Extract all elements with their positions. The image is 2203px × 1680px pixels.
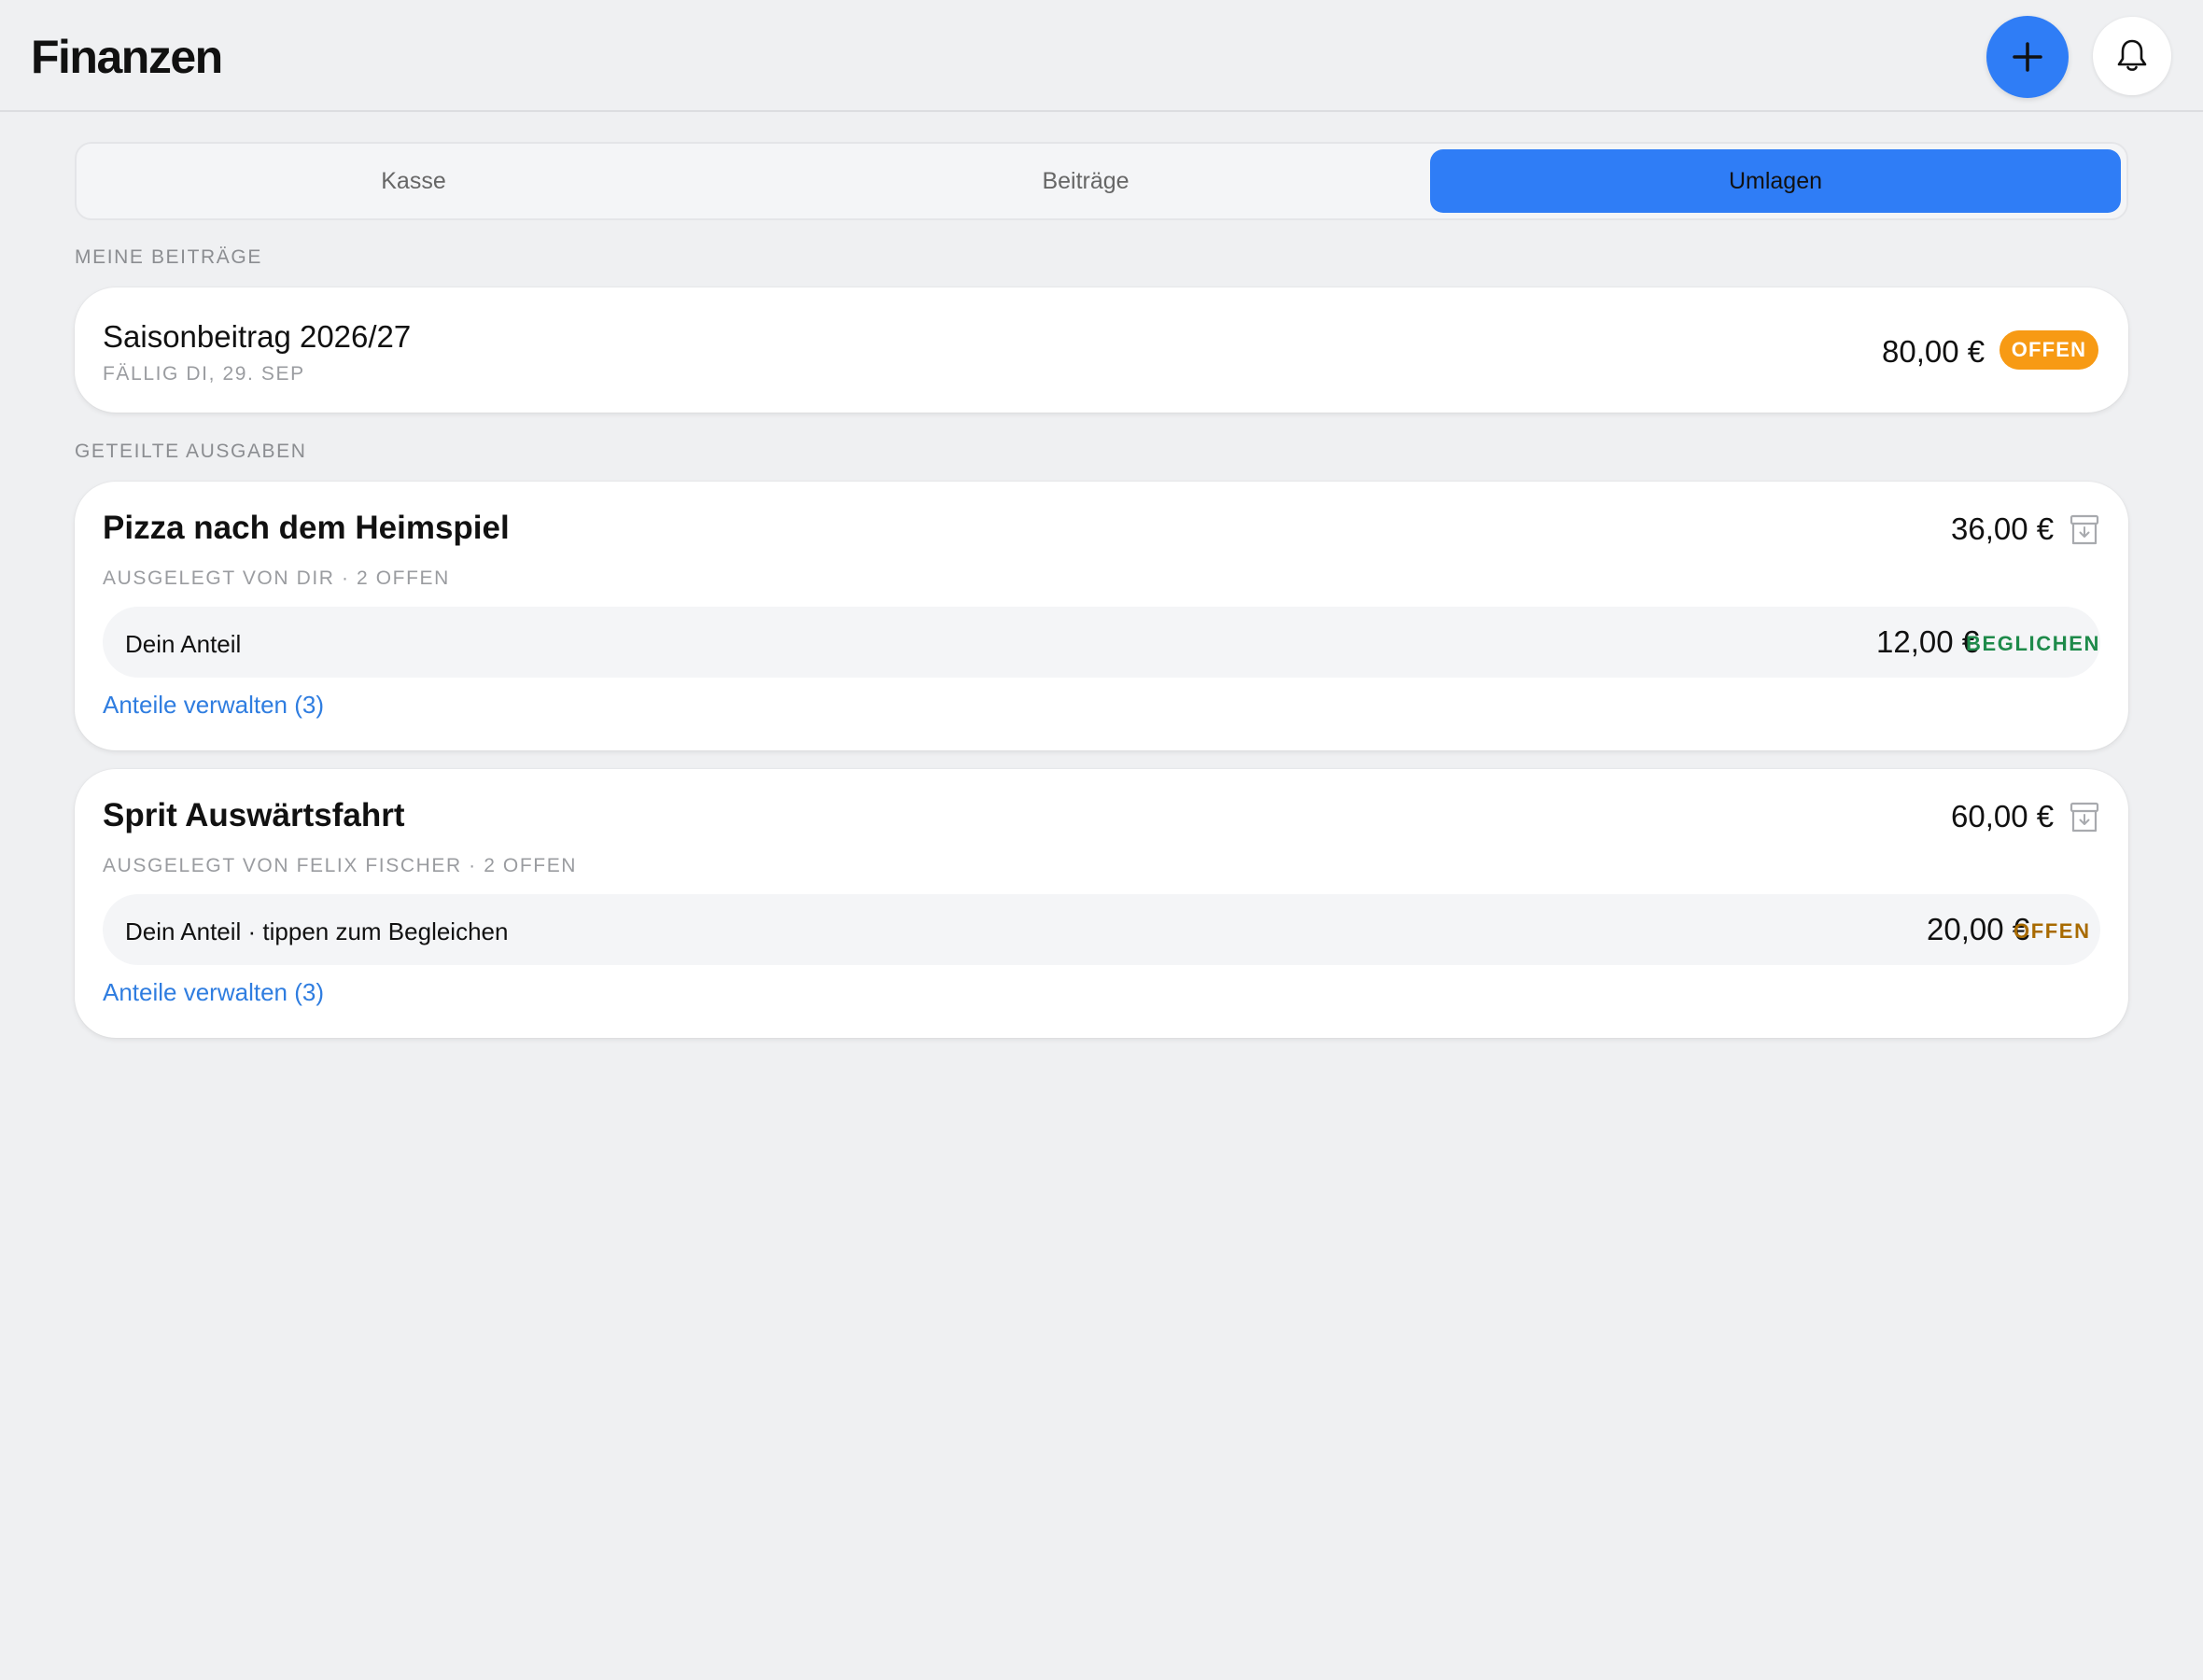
expense-card: Pizza nach dem Heimspiel 36,00 € AUSGELE… (75, 482, 2128, 750)
status-badge: OFFEN (2000, 330, 2098, 370)
manage-shares-link[interactable]: Anteile verwalten (3) (103, 691, 324, 720)
expense-card: Sprit Auswärtsfahrt 60,00 € AUSGELEGT VO… (75, 769, 2128, 1038)
plus-icon (2013, 42, 2042, 72)
expense-amount: 60,00 € (1951, 799, 2055, 833)
share-label: Dein Anteil (125, 630, 242, 658)
tab-kasse[interactable]: Kasse (82, 149, 745, 213)
archive-icon[interactable] (2070, 802, 2099, 833)
expense-title: Sprit Auswärtsfahrt (103, 797, 405, 833)
expense-meta: AUSGELEGT VON DIR · 2 OFFEN (103, 567, 450, 589)
bell-icon (2117, 39, 2147, 71)
share-label: Dein Anteil · tippen zum Begleichen (125, 917, 509, 945)
tab-umlagen[interactable]: Umlagen (1430, 149, 2121, 213)
my-share-row[interactable]: Dein Anteil 12,00 € BEGLICHEN (103, 607, 2100, 678)
app-header: Finanzen (0, 0, 2203, 112)
expense-meta: AUSGELEGT VON FELIX FISCHER · 2 OFFEN (103, 855, 578, 876)
tab-beitraege[interactable]: Beiträge (754, 149, 1417, 213)
share-status: BEGLICHEN (1966, 632, 2100, 655)
add-button[interactable] (1986, 16, 2069, 98)
finance-tabs: Kasse Beiträge Umlagen (75, 142, 2128, 220)
page-title: Finanzen (31, 31, 223, 83)
section-my-fees-label: MEINE BEITRÄGE (75, 246, 262, 268)
fee-title: Saisonbeitrag 2026/27 (103, 319, 412, 354)
section-shared-label: GETEILTE AUSGABEN (75, 441, 307, 462)
my-share-row[interactable]: Dein Anteil · tippen zum Begleichen 20,0… (103, 894, 2100, 965)
manage-shares-link[interactable]: Anteile verwalten (3) (103, 978, 324, 1007)
notifications-button[interactable] (2093, 17, 2171, 95)
fee-card[interactable]: Saisonbeitrag 2026/27 FÄLLIG DI, 29. SEP… (75, 287, 2128, 413)
share-amount: 12,00 € (1876, 624, 1980, 659)
expense-title: Pizza nach dem Heimspiel (103, 510, 510, 546)
fee-amount: 80,00 € (1882, 334, 1986, 369)
archive-icon[interactable] (2070, 514, 2099, 546)
share-status: OFFEN (2014, 919, 2091, 943)
expense-amount: 36,00 € (1951, 511, 2055, 546)
fee-due-date: FÄLLIG DI, 29. SEP (103, 363, 305, 385)
